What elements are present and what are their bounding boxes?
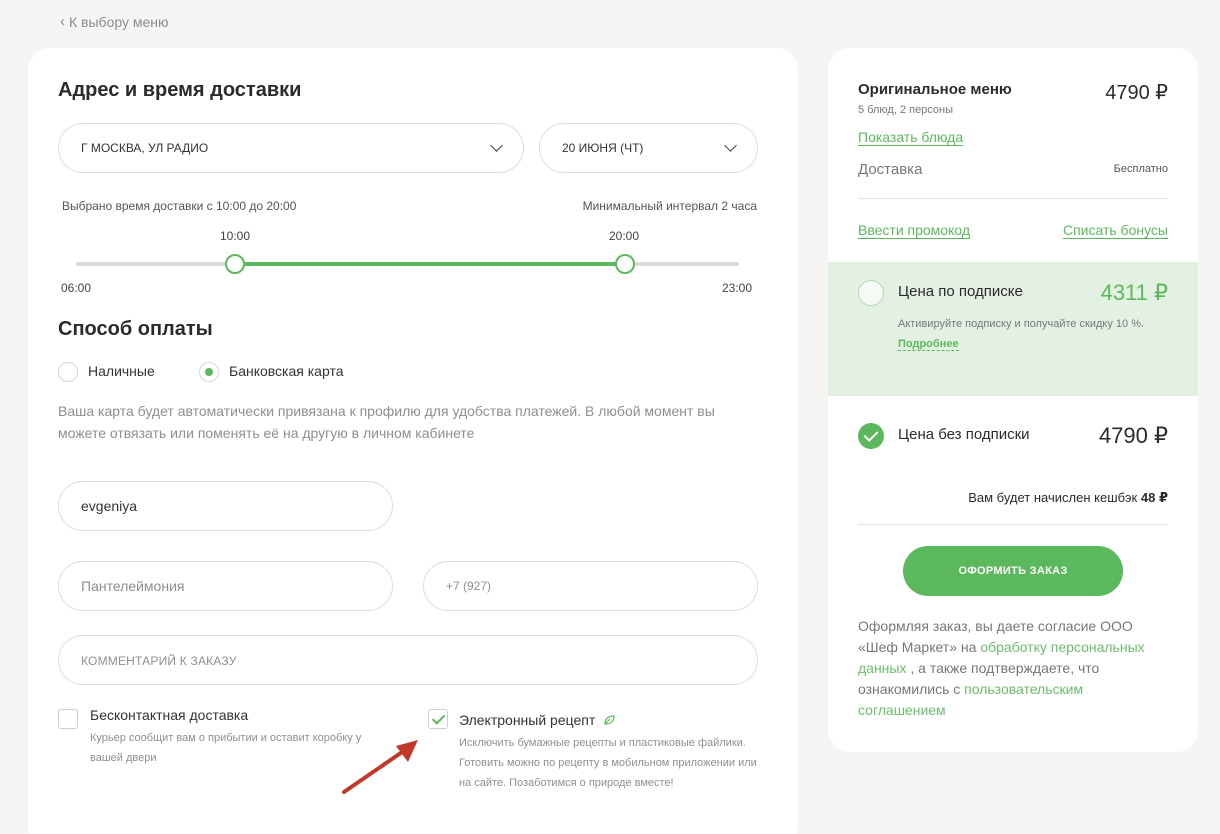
- cashback-label: Вам будет начислен кешбэк: [968, 490, 1138, 505]
- agreement-text: Оформляя заказ, вы даете согласие ООО «Ш…: [858, 616, 1168, 721]
- annotation-arrow-icon: [342, 740, 418, 794]
- time-slider-range: [235, 262, 625, 266]
- e-recipe-title: Электронный рецепт: [459, 712, 596, 728]
- back-to-menu-label: К выбору меню: [69, 13, 169, 30]
- leaf-icon: [603, 714, 615, 729]
- slider-to-label: 20:00: [609, 229, 640, 243]
- cashback-text: Вам будет начислен кешбэк 48 ₽: [968, 490, 1168, 506]
- delivery-section-title: Адрес и время доставки: [58, 79, 302, 101]
- subscription-radio[interactable]: [858, 280, 884, 306]
- no-subscription-price: 4790 ₽: [1098, 423, 1168, 448]
- date-select[interactable]: 20 июня (чт): [539, 123, 758, 173]
- slider-min-label: 06:00: [61, 281, 92, 295]
- subscription-price: 4311 ₽: [1100, 280, 1168, 305]
- back-to-menu-link[interactable]: ‹ К выбору меню: [60, 13, 169, 30]
- address-value: г Москва, ул Радио: [81, 141, 209, 155]
- payment-card-radio[interactable]: [199, 362, 219, 382]
- phone-input[interactable]: [423, 561, 758, 611]
- subscription-label: Цена по подписке: [898, 283, 1023, 300]
- payment-section-title: Способ оплаты: [58, 318, 213, 340]
- time-slider-from-handle[interactable]: [225, 254, 245, 274]
- subscription-more-link[interactable]: Подробнее: [898, 338, 959, 351]
- cashback-value: 48 ₽: [1140, 490, 1168, 505]
- selected-time-text: Выбрано время доставки с 10:00 до 20:00: [62, 199, 297, 213]
- summary-divider: [858, 198, 1168, 199]
- e-recipe-checkbox[interactable]: [428, 709, 448, 729]
- menu-title: Оригинальное меню: [858, 81, 1012, 98]
- use-bonus-link[interactable]: Списать бонусы: [1063, 222, 1168, 238]
- menu-price: 4790 ₽: [1105, 82, 1168, 104]
- time-slider-to-handle[interactable]: [615, 254, 635, 274]
- no-subscription-label: Цена без подписки: [898, 426, 1030, 443]
- show-dishes-link[interactable]: Показать блюда: [858, 129, 963, 145]
- chevron-down-icon: [724, 139, 737, 152]
- address-select[interactable]: г Москва, ул Радио: [58, 123, 524, 173]
- payment-cash-label: Наличные: [88, 363, 155, 379]
- payment-cash-radio[interactable]: [58, 362, 78, 382]
- payment-card-label: Банковская карта: [229, 363, 344, 379]
- e-recipe-desc: Исключить бумажные рецепты и пластиковые…: [459, 737, 757, 789]
- date-value: 20 июня (чт): [562, 141, 644, 155]
- first-name-input[interactable]: [58, 481, 393, 531]
- menu-subtitle: 5 блюд, 2 персоны: [858, 104, 954, 116]
- card-hint-text: Ваша карта будет автоматически привязана…: [58, 403, 715, 441]
- contactless-title: Бесконтактная доставка: [90, 707, 249, 723]
- delivery-label: Доставка: [858, 161, 923, 178]
- delivery-value: Бесплатно: [1113, 163, 1168, 175]
- subscription-desc: Активируйте подписку и получайте скидку …: [898, 314, 1148, 354]
- min-interval-text: Минимальный интервал 2 часа: [582, 199, 757, 213]
- contactless-checkbox[interactable]: [58, 709, 78, 729]
- promo-code-link[interactable]: Ввести промокод: [858, 222, 970, 238]
- chevron-down-icon: [490, 139, 503, 152]
- subscription-desc-text: Активируйте подписку и получайте скидку …: [898, 318, 1145, 330]
- place-order-button[interactable]: ОФОРМИТЬ ЗАКАЗ: [903, 546, 1123, 596]
- slider-max-label: 23:00: [722, 281, 753, 295]
- no-subscription-radio[interactable]: [858, 423, 884, 449]
- slider-from-label: 10:00: [220, 229, 251, 243]
- comment-input[interactable]: [58, 635, 758, 685]
- order-summary-card: Оригинальное меню 4790 ₽ 5 блюд, 2 персо…: [828, 48, 1198, 752]
- last-name-input[interactable]: [58, 561, 393, 611]
- chevron-left-icon: ‹: [60, 13, 65, 30]
- summary-divider: [858, 524, 1168, 525]
